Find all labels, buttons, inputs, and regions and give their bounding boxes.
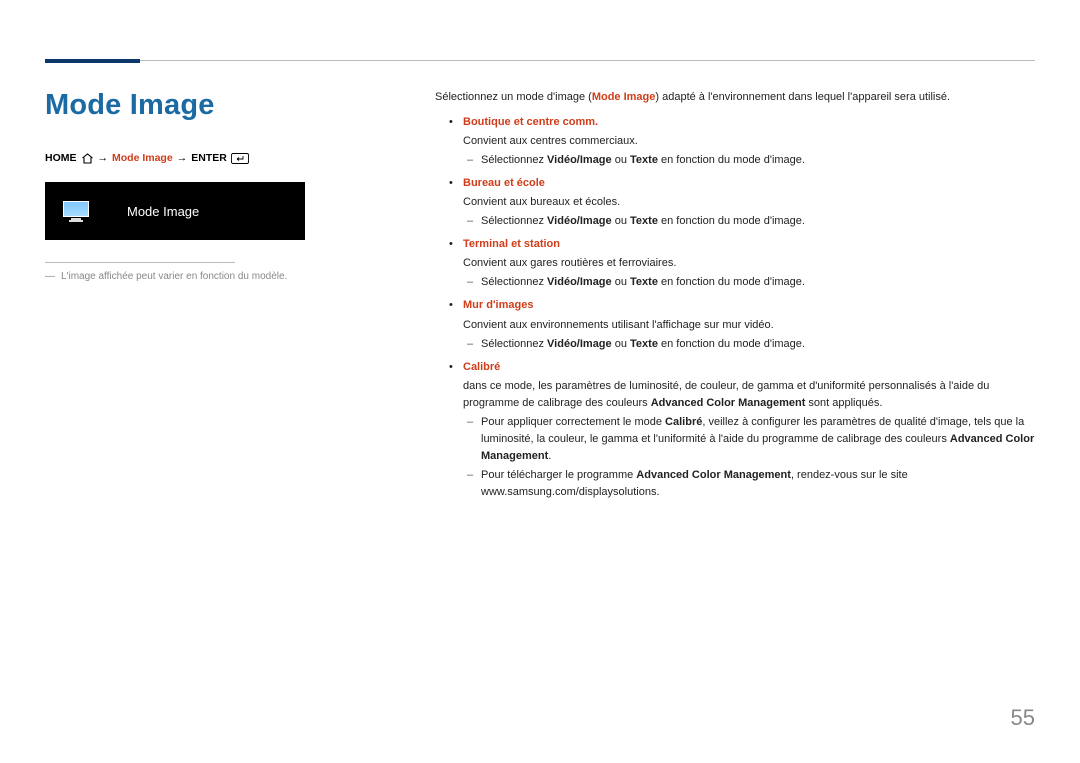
mode-desc: dans ce mode, les paramètres de luminosi… [463,378,1035,412]
mode-item: Bureau et école Convient aux bureaux et … [435,175,1035,230]
cal-sub1-post: . [548,450,551,462]
mode-title: Terminal et station [463,238,560,250]
sel-tx: Texte [630,154,658,166]
enter-icon [231,153,249,164]
mode-sublist: Sélectionnez Vidéo/Image ou Texte en fon… [463,274,1035,291]
breadcrumb-arrow: → [98,152,109,164]
breadcrumb-arrow: → [177,152,188,164]
sel-tx: Texte [630,338,658,350]
page-number: 55 [1011,705,1035,731]
sel-pre: Sélectionnez [481,215,547,227]
intro-text: Sélectionnez un mode d'image (Mode Image… [435,89,1035,106]
short-rule [45,262,235,263]
mode-subitem: Sélectionnez Vidéo/Image ou Texte en fon… [463,213,1035,230]
mode-sublist: Sélectionnez Vidéo/Image ou Texte en fon… [463,152,1035,169]
intro-post: ) adapté à l'environnement dans lequel l… [655,91,950,103]
sel-post: en fonction du mode d'image. [658,154,805,166]
mode-item-calibre: Calibré dans ce mode, les paramètres de … [435,359,1035,501]
calibre-desc-post: sont appliqués. [805,397,882,409]
sel-or: ou [612,215,630,227]
mode-title: Calibré [463,361,500,373]
sel-post: en fonction du mode d'image. [658,276,805,288]
mode-desc: Convient aux gares routières et ferrovia… [463,255,1035,272]
mode-title: Mur d'images [463,299,533,311]
preview-label: Mode Image [127,204,199,219]
sel-pre: Sélectionnez [481,276,547,288]
mode-subitem: Sélectionnez Vidéo/Image ou Texte en fon… [463,336,1035,353]
mode-sublist: Sélectionnez Vidéo/Image ou Texte en fon… [463,213,1035,230]
mode-item: Terminal et station Convient aux gares r… [435,236,1035,291]
sel-tx: Texte [630,215,658,227]
cal-sub1-pre: Pour appliquer correctement le mode [481,416,665,428]
sel-post: en fonction du mode d'image. [658,338,805,350]
sel-vi: Vidéo/Image [547,215,612,227]
calibre-desc-acm: Advanced Color Management [651,397,806,409]
note-text: L'image affichée peut varier en fonction… [61,271,287,282]
page-title: Mode Image [45,89,370,122]
sel-tx: Texte [630,276,658,288]
mode-subitem: Sélectionnez Vidéo/Image ou Texte en fon… [463,274,1035,291]
breadcrumb: HOME → Mode Image → ENTER [45,152,370,164]
cal-sub2-pre: Pour télécharger le programme [481,469,636,481]
intro-mode: Mode Image [592,91,656,103]
mode-sublist: Pour appliquer correctement le mode Cali… [463,414,1035,501]
sel-or: ou [612,338,630,350]
sel-or: ou [612,154,630,166]
sel-pre: Sélectionnez [481,338,547,350]
mode-sublist: Sélectionnez Vidéo/Image ou Texte en fon… [463,336,1035,353]
columns: Mode Image HOME → Mode Image → ENTER [45,89,1035,507]
page-content: Mode Image HOME → Mode Image → ENTER [0,0,1080,507]
sel-pre: Sélectionnez [481,154,547,166]
sel-or: ou [612,276,630,288]
mode-desc: Convient aux centres commerciaux. [463,133,1035,150]
sel-vi: Vidéo/Image [547,276,612,288]
cal-sub2-acm: Advanced Color Management [636,469,791,481]
mode-item: Boutique et centre comm. Convient aux ce… [435,114,1035,169]
mode-desc: Convient aux bureaux et écoles. [463,194,1035,211]
mode-subitem: Pour télécharger le programme Advanced C… [463,467,1035,501]
breadcrumb-mode: Mode Image [112,152,173,164]
header-rule [45,60,1035,61]
left-column: Mode Image HOME → Mode Image → ENTER [45,89,370,507]
mode-item: Mur d'images Convient aux environnements… [435,297,1035,352]
mode-desc: Convient aux environnements utilisant l'… [463,317,1035,334]
note-dash: ― [45,271,55,282]
right-column: Sélectionnez un mode d'image (Mode Image… [435,89,1035,507]
mode-title: Boutique et centre comm. [463,116,598,128]
mode-list: Boutique et centre comm. Convient aux ce… [435,114,1035,501]
sel-vi: Vidéo/Image [547,154,612,166]
home-icon [81,153,94,164]
intro-pre: Sélectionnez un mode d'image ( [435,91,592,103]
breadcrumb-enter: ENTER [191,152,227,164]
cal-sub1-cal: Calibré [665,416,702,428]
mode-subitem: Pour appliquer correctement le mode Cali… [463,414,1035,465]
sel-vi: Vidéo/Image [547,338,612,350]
model-note: ― L'image affichée peut varier en foncti… [45,271,370,282]
mode-title: Bureau et école [463,177,545,189]
monitor-icon [63,201,89,221]
sel-post: en fonction du mode d'image. [658,215,805,227]
mode-subitem: Sélectionnez Vidéo/Image ou Texte en fon… [463,152,1035,169]
preview-panel: Mode Image [45,182,305,240]
breadcrumb-home: HOME [45,152,77,164]
